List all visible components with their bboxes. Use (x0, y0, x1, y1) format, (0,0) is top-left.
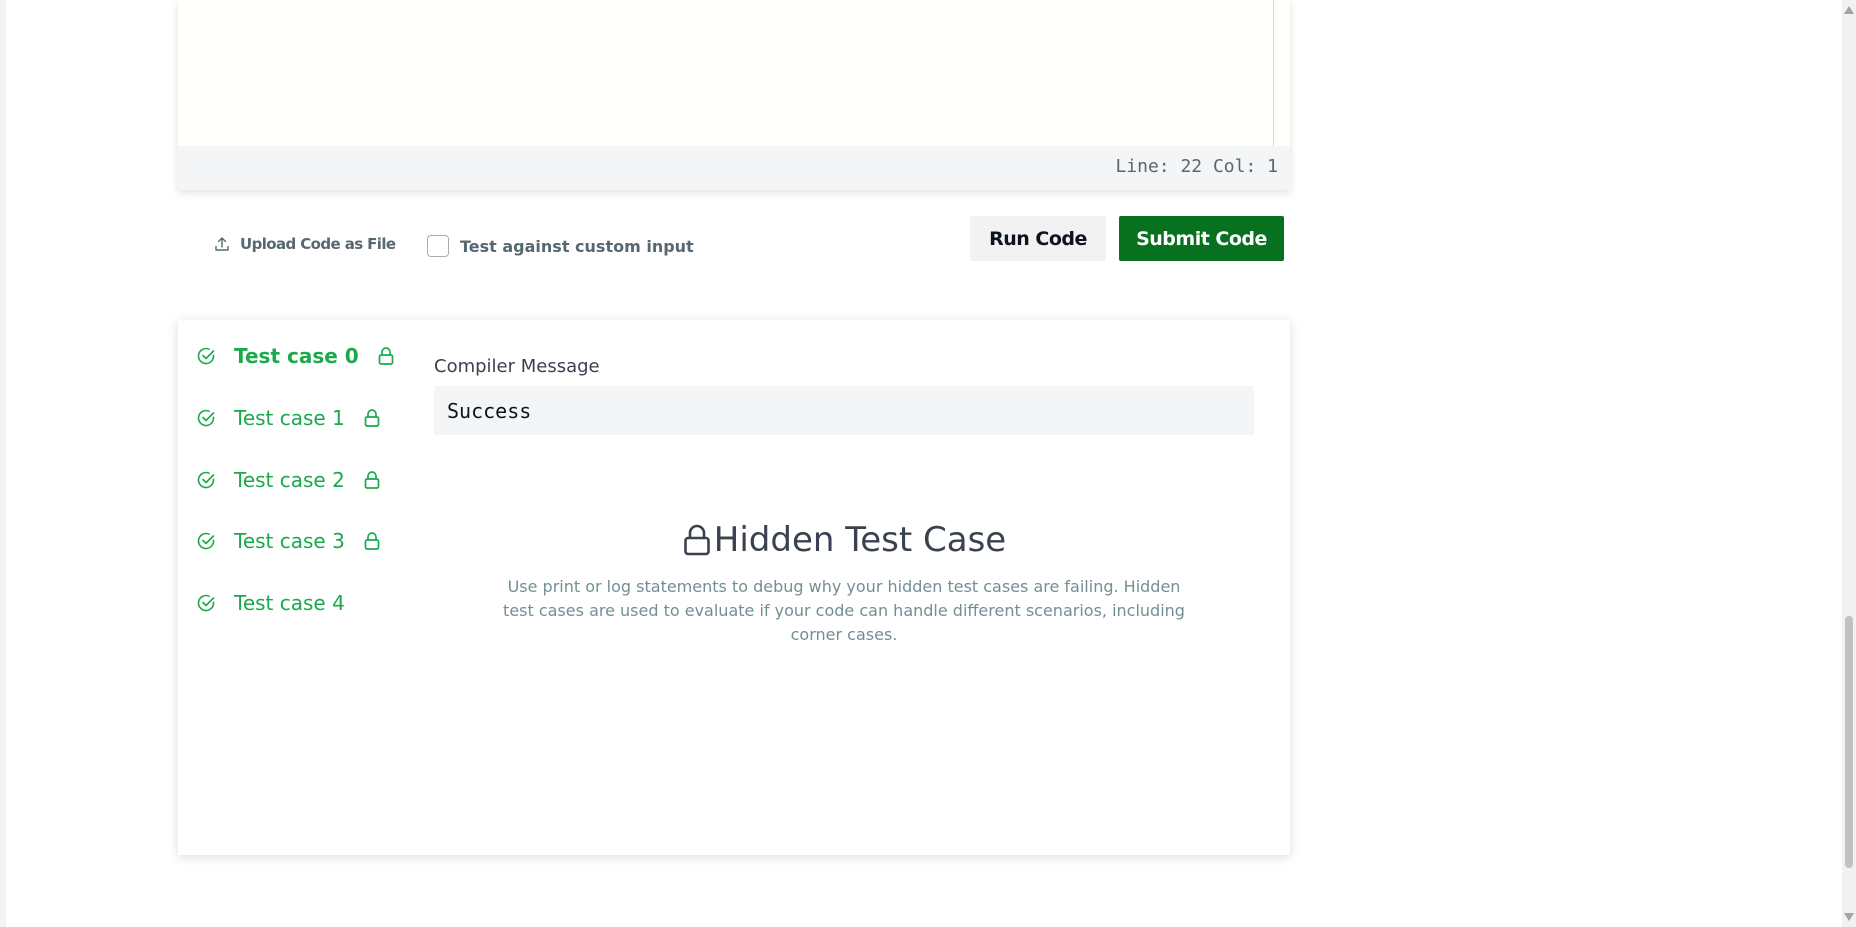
check-circle-icon (197, 594, 215, 612)
compiler-message-box: Success (434, 386, 1254, 435)
compiler-message-text: Success (447, 398, 532, 423)
check-circle-icon (197, 532, 215, 550)
lock-icon (378, 347, 394, 365)
custom-input-label: Test against custom input (460, 236, 694, 256)
editor-status-bar: Line: 22 Col: 1 (178, 146, 1290, 190)
custom-input-checkbox[interactable] (427, 235, 449, 257)
test-case-label: Test case 3 (234, 529, 345, 553)
test-case-tab-2[interactable]: Test case 2 (196, 465, 381, 495)
upload-code-label: Upload Code as File (240, 235, 396, 253)
test-case-label: Test case 1 (234, 406, 345, 430)
test-case-tab-1[interactable]: Test case 1 (196, 403, 381, 433)
hidden-test-case-heading: Hidden Test Case (434, 520, 1254, 560)
editor-gutter-divider (1273, 0, 1274, 146)
hidden-test-case-description: Use print or log statements to debug why… (503, 577, 1185, 644)
lock-icon (683, 524, 710, 556)
code-editor-panel: Line: 22 Col: 1 (178, 0, 1290, 190)
run-code-button[interactable]: Run Code (970, 216, 1106, 261)
lock-icon (364, 471, 380, 489)
scroll-down-arrow-icon[interactable] (1844, 913, 1854, 921)
test-case-label: Test case 0 (234, 344, 359, 368)
cursor-position: Line: 22 Col: 1 (1115, 156, 1278, 177)
lock-icon (364, 532, 380, 550)
hidden-test-case-title: Hidden Test Case (713, 520, 1007, 560)
submit-code-button[interactable]: Submit Code (1119, 216, 1284, 261)
vertical-scrollbar[interactable] (1842, 0, 1856, 927)
scroll-up-arrow-icon[interactable] (1844, 6, 1854, 14)
page: Line: 22 Col: 1 Upload Code as File Test… (6, 0, 1842, 927)
test-case-label: Test case 4 (234, 591, 345, 615)
check-circle-icon (197, 471, 215, 489)
lock-icon (364, 409, 380, 427)
test-case-tab-0[interactable]: Test case 0 (196, 341, 395, 371)
scrollbar-thumb[interactable] (1845, 616, 1853, 868)
test-case-tab-3[interactable]: Test case 3 (196, 526, 381, 556)
custom-input-toggle[interactable]: Test against custom input (427, 235, 694, 257)
test-case-tab-4[interactable]: Test case 4 (196, 588, 345, 618)
upload-code-button[interactable]: Upload Code as File (214, 232, 396, 256)
check-circle-icon (197, 347, 215, 365)
upload-icon (215, 237, 229, 251)
test-results-panel: Test case 0 Test case 1 Test case 2 Test… (178, 320, 1290, 855)
test-case-label: Test case 2 (234, 468, 345, 492)
code-editor[interactable] (178, 0, 1290, 146)
check-circle-icon (197, 409, 215, 427)
compiler-message-label: Compiler Message (434, 356, 600, 377)
